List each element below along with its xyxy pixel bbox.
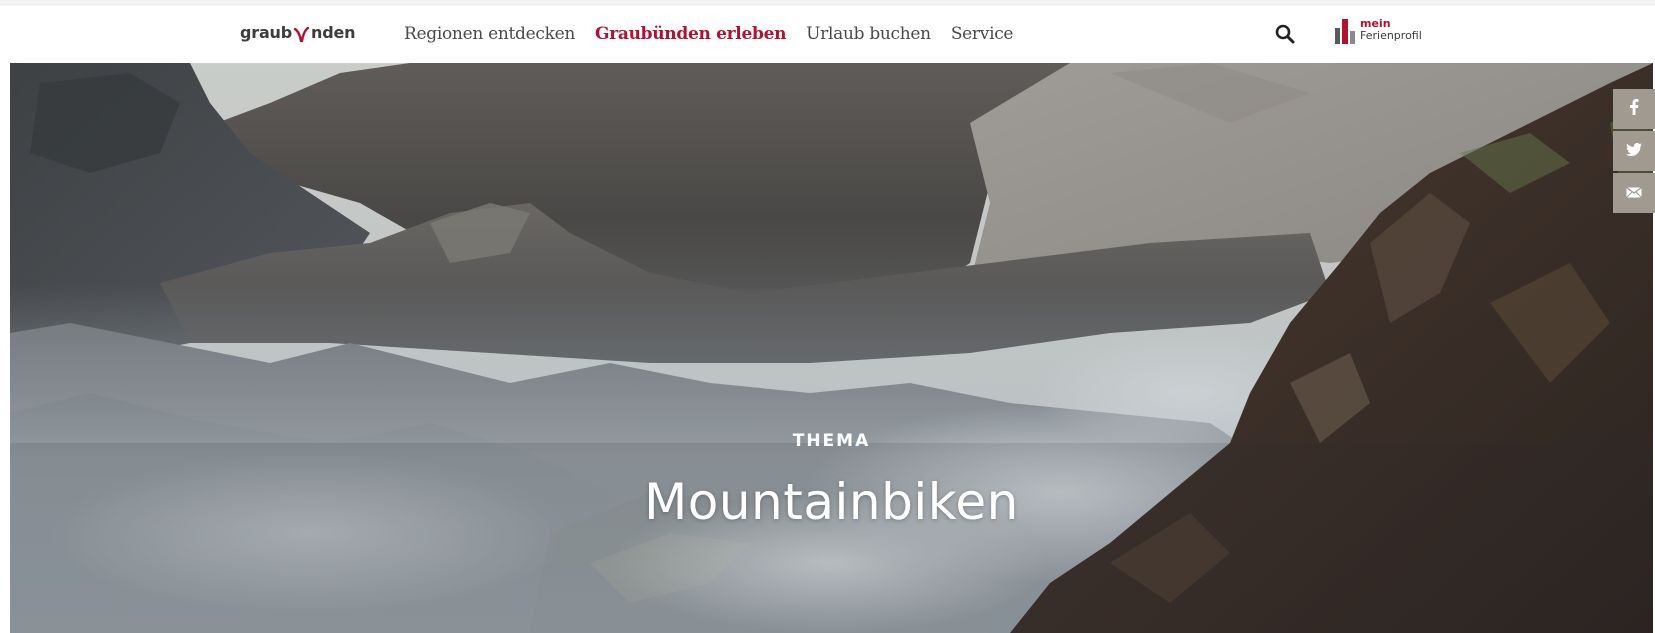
search-button[interactable] — [1274, 23, 1296, 45]
page-left-edge — [0, 0, 10, 633]
logo-text-right: nden — [311, 23, 356, 42]
hero-banner: THEMA Mountainbiken — [10, 63, 1653, 633]
profile-bars-icon — [1334, 16, 1356, 44]
ibex-icon — [293, 26, 310, 43]
mail-icon — [1626, 184, 1642, 202]
main-nav: Regionen entdecken Graubünden erleben Ur… — [404, 24, 1033, 44]
hero-title: Mountainbiken — [644, 473, 1019, 531]
nav-regionen-entdecken[interactable]: Regionen entdecken — [404, 24, 575, 44]
twitter-share-button[interactable] — [1613, 131, 1655, 171]
site-logo[interactable]: graub nden — [240, 23, 356, 43]
nav-service[interactable]: Service — [951, 24, 1014, 44]
profile-label-line2: Ferienprofil — [1360, 29, 1422, 42]
logo-text-left: graub — [240, 23, 292, 42]
facebook-icon — [1629, 99, 1639, 119]
social-share-rail — [1613, 89, 1655, 215]
twitter-icon — [1626, 142, 1642, 160]
profile-label: mein Ferienprofil — [1360, 18, 1422, 42]
nav-urlaub-buchen[interactable]: Urlaub buchen — [806, 24, 931, 44]
page: graub nden Regionen entdecken Graubünden… — [0, 0, 1655, 633]
my-holiday-profile-link[interactable]: mein Ferienprofil — [1334, 16, 1422, 44]
facebook-share-button[interactable] — [1613, 89, 1655, 129]
hero-kicker: THEMA — [792, 431, 871, 451]
search-icon — [1274, 24, 1296, 49]
nav-graubuenden-erleben[interactable]: Graubünden erleben — [595, 24, 786, 44]
browser-top-edge — [0, 0, 1655, 6]
site-header: graub nden Regionen entdecken Graubünden… — [10, 6, 1653, 63]
email-share-button[interactable] — [1613, 173, 1655, 213]
hero-mountain-image — [10, 63, 1653, 633]
